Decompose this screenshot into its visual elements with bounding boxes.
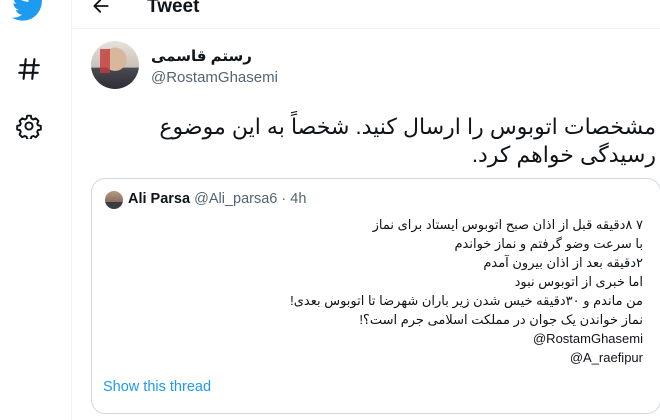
settings-button[interactable]: [6, 103, 52, 149]
quoted-tweet-text: ۷ ۸دقیقه قبل از اذان صبح اتوبوس ایستاد ب…: [113, 215, 643, 367]
quoted-line: ۷ ۸دقیقه قبل از اذان صبح اتوبوس ایستاد ب…: [372, 217, 643, 232]
quoted-author-handle: @Ali_parsa6: [194, 191, 278, 207]
hashtag-icon: [18, 58, 40, 80]
quoted-line: با سرعت وضو گرفتم و نماز خواندم: [454, 236, 643, 251]
quoted-tweet-card[interactable]: Ali Parsa @Ali_parsa6 · 4h ۷ ۸دقیقه قبل …: [91, 178, 660, 414]
tweet: رستم قاسمی @RostamGhasemi مشخصات اتوبوس …: [73, 29, 660, 420]
quoted-avatar: [105, 191, 123, 209]
page-title: Tweet: [147, 0, 200, 17]
show-thread-link[interactable]: Show this thread: [103, 379, 211, 395]
quoted-separator: ·: [281, 191, 287, 207]
mention-link[interactable]: @A_raefipur: [113, 348, 643, 367]
quoted-line: نماز خواندن یک جوان در مملکت اسلامی جرم …: [359, 312, 643, 327]
quoted-timestamp: 4h: [290, 191, 307, 207]
quoted-tweet-header: Ali Parsa @Ali_parsa6 · 4h: [128, 191, 306, 207]
explore-button[interactable]: [6, 46, 52, 92]
gear-icon: [16, 114, 42, 139]
mention-link[interactable]: @RostamGhasemi: [113, 329, 643, 348]
quoted-line: من ماندم و ۳۰دقیقه خیس شدن زیر باران شهر…: [290, 293, 643, 308]
author-handle[interactable]: @RostamGhasemi: [151, 69, 278, 86]
quoted-line: اما خبری از اتوبوس نبود: [514, 274, 643, 289]
side-nav: [0, 0, 72, 420]
author-name[interactable]: رستم قاسمی: [151, 47, 301, 65]
page-header: Tweet: [73, 0, 660, 26]
twitter-logo-button[interactable]: [6, 0, 52, 30]
arrow-left-icon: [93, 0, 109, 13]
back-button[interactable]: [87, 0, 115, 20]
tweet-text: مشخصات اتوبوس را ارسال کنید. شخصاً به ای…: [159, 114, 656, 167]
quoted-author-name: Ali Parsa: [128, 191, 191, 207]
avatar[interactable]: [91, 41, 139, 89]
twitter-bird-icon: [12, 0, 43, 21]
quoted-line: ۲دقیقه بعد از اذان بیرون آمدم: [483, 255, 643, 270]
